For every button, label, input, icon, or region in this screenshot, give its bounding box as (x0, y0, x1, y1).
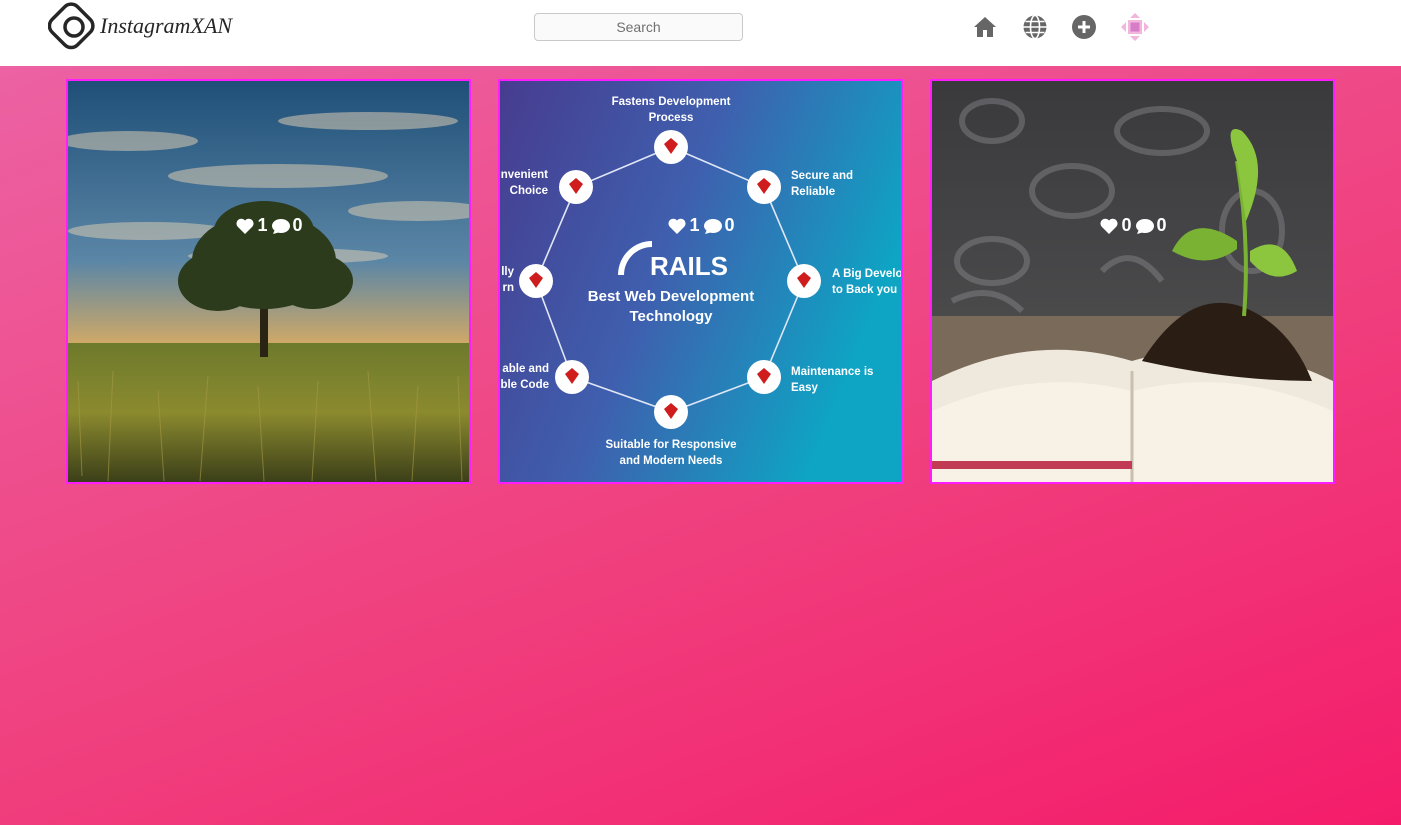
comment-icon (271, 218, 290, 234)
search-input[interactable] (534, 13, 743, 41)
navbar: InstagramXAN (0, 0, 1401, 66)
point-label: Secure and (791, 170, 853, 182)
post-image (932, 81, 1333, 482)
heart-icon (236, 218, 255, 234)
add-post-icon[interactable] (1071, 14, 1097, 40)
comment-count: 0 (292, 215, 303, 235)
point-label: lly (501, 266, 514, 278)
comment-count: 0 (1156, 215, 1167, 235)
post-stats: 0 0 (932, 215, 1333, 236)
point-label: Process (649, 112, 694, 124)
like-count: 1 (689, 215, 700, 235)
rails-title-line1: Best Web Development (588, 288, 754, 305)
comment-icon (1135, 218, 1154, 234)
point-label: Suitable for Responsive (605, 439, 736, 451)
point-label: Fastens Development (612, 96, 731, 108)
point-label: Choice (510, 185, 548, 197)
point-label: Easy (791, 382, 818, 394)
globe-icon[interactable] (1022, 14, 1048, 40)
comment-icon (703, 218, 722, 234)
home-icon[interactable] (972, 14, 998, 40)
point-label: A Big Develop (832, 268, 901, 280)
point-label: able and (502, 363, 549, 375)
post-stats: 1 0 (500, 215, 901, 236)
point-label: and Modern Needs (620, 455, 723, 467)
point-label: rn (503, 282, 515, 294)
posts-feed: 1 0 RAILS Best Web Development Technolog… (0, 66, 1401, 825)
brand-name: InstagramXAN (100, 12, 232, 38)
point-label: Maintenance is (791, 366, 873, 378)
comment-count: 0 (724, 215, 735, 235)
point-label: nvenient (501, 169, 548, 181)
heart-icon (668, 218, 687, 234)
rails-title-line2: Technology (629, 308, 713, 325)
post-stats: 1 0 (68, 215, 469, 236)
profile-icon[interactable] (1120, 12, 1150, 42)
point-label: to Back you (832, 284, 897, 296)
post-image: RAILS Best Web Development Technology Fa… (500, 81, 901, 482)
post-card[interactable]: 0 0 (930, 79, 1335, 484)
post-card[interactable]: 1 0 (66, 79, 471, 484)
point-label: Reliable (791, 186, 835, 198)
heart-icon (1100, 218, 1119, 234)
like-count: 1 (257, 215, 268, 235)
instagram-logo-icon (48, 2, 95, 50)
post-card[interactable]: RAILS Best Web Development Technology Fa… (498, 79, 903, 484)
logo[interactable]: InstagramXAN (48, 2, 232, 52)
point-label: ble Code (500, 379, 549, 391)
post-image (68, 81, 469, 482)
rails-logo-text: RAILS (650, 251, 728, 281)
like-count: 0 (1121, 215, 1132, 235)
